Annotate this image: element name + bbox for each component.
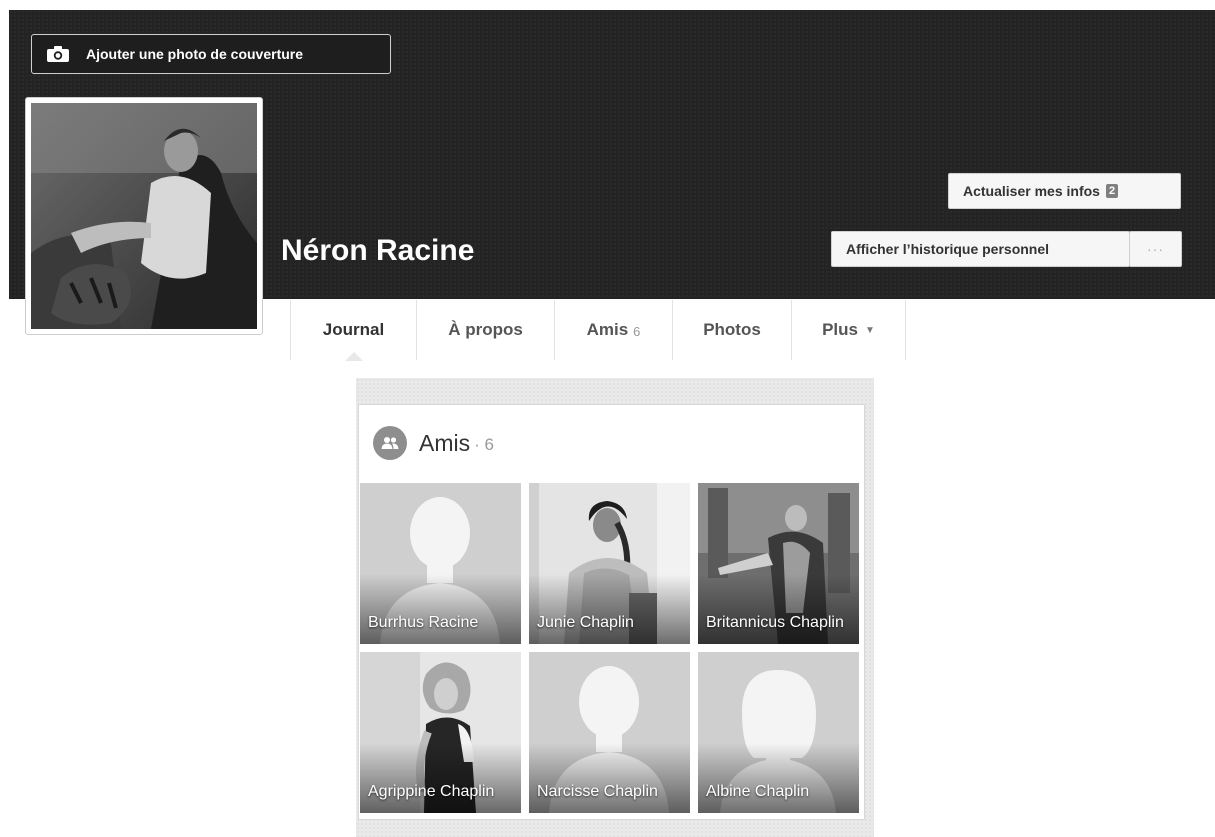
update-info-button[interactable]: Actualiser mes infos 2 — [948, 173, 1181, 209]
more-options-button[interactable]: ··· — [1129, 231, 1182, 267]
tab-label: À propos — [448, 320, 523, 339]
tab-label: Plus — [822, 320, 858, 339]
add-cover-photo-button[interactable]: Ajouter une photo de couverture — [31, 34, 391, 74]
activity-log-button[interactable]: Afficher l’historique personnel — [831, 231, 1130, 267]
friend-tile[interactable]: Burrhus Racine — [360, 483, 521, 644]
friend-tile[interactable]: Albine Chaplin — [698, 652, 859, 813]
tab-label: Journal — [322, 320, 385, 339]
friend-tile[interactable]: Narcisse Chaplin — [529, 652, 690, 813]
friend-name[interactable]: Agrippine Chaplin — [368, 781, 515, 803]
tab-journal[interactable]: Journal — [290, 300, 416, 361]
tab-more[interactable]: Plus ▼ — [791, 300, 906, 360]
activity-log-label: Afficher l’historique personnel — [846, 241, 1050, 257]
tab-photos[interactable]: Photos — [672, 300, 791, 360]
friends-card-title: Amis — [419, 429, 471, 456]
profile-tabs: Journal À propos Amis 6 Photos Plus ▼ — [290, 300, 906, 361]
profile-picture[interactable] — [25, 97, 263, 335]
tab-about[interactable]: À propos — [416, 300, 554, 360]
friends-card-header[interactable]: Amis · 6 — [373, 426, 494, 460]
friend-tile[interactable]: Agrippine Chaplin — [360, 652, 521, 813]
friends-card: Amis · 6 Burrhus Racine Junie Chaplin Br… — [358, 404, 865, 820]
friends-count: 6 — [633, 324, 641, 339]
chevron-down-icon: ▼ — [865, 324, 875, 336]
add-cover-label: Ajouter une photo de couverture — [86, 46, 304, 62]
camera-icon — [47, 46, 69, 62]
tab-label: Photos — [703, 320, 761, 339]
friend-name[interactable]: Junie Chaplin — [537, 612, 684, 634]
friend-name[interactable]: Narcisse Chaplin — [537, 781, 684, 803]
profile-name[interactable]: Néron Racine — [281, 234, 474, 268]
friend-tile[interactable]: Junie Chaplin — [529, 483, 690, 644]
update-info-label: Actualiser mes infos — [963, 183, 1100, 199]
friends-card-count: · 6 — [474, 435, 494, 454]
friend-tile[interactable]: Britannicus Chaplin — [698, 483, 859, 644]
tab-friends[interactable]: Amis 6 — [554, 300, 672, 360]
friends-icon — [373, 426, 407, 460]
friend-name[interactable]: Britannicus Chaplin — [706, 612, 853, 634]
tab-label: Amis — [586, 320, 629, 339]
friend-name[interactable]: Burrhus Racine — [368, 612, 515, 634]
update-info-badge: 2 — [1105, 184, 1119, 198]
ellipsis-icon: ··· — [1147, 241, 1164, 257]
friend-name[interactable]: Albine Chaplin — [706, 781, 853, 803]
profile-photo-image — [31, 103, 257, 329]
